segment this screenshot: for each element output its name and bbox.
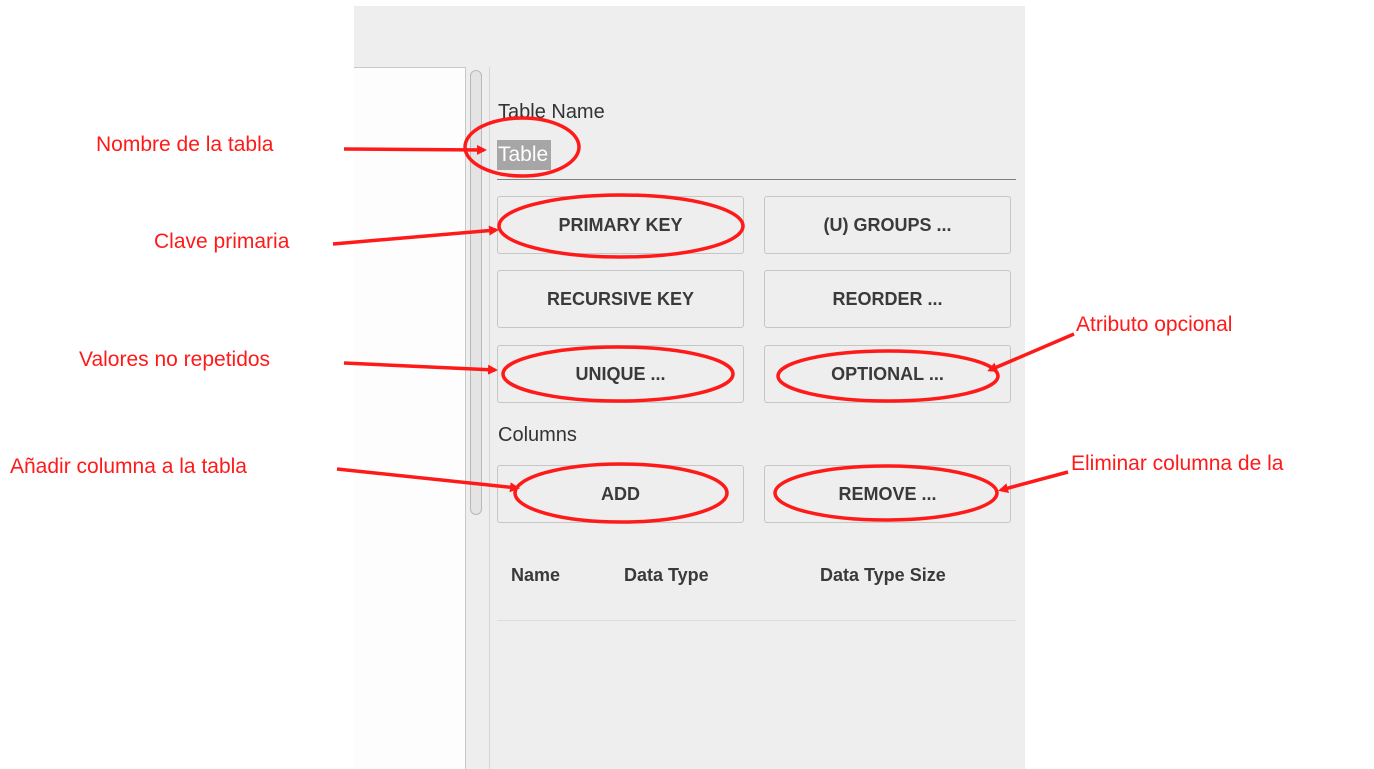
table-name-value: Table bbox=[497, 140, 552, 170]
annotation-optional: Atributo opcional bbox=[1076, 313, 1233, 336]
panel-divider bbox=[489, 67, 490, 769]
annotation-add: Añadir columna a la tabla bbox=[10, 455, 247, 478]
groups-button[interactable]: (U) GROUPS ... bbox=[764, 196, 1011, 254]
unique-button[interactable]: UNIQUE ... bbox=[497, 345, 744, 403]
annotation-unique: Valores no repetidos bbox=[79, 348, 271, 371]
reorder-button[interactable]: REORDER ... bbox=[764, 270, 1011, 328]
table-name-label: Table Name bbox=[498, 101, 605, 123]
annotation-table-name: Nombre de la tabla bbox=[96, 133, 274, 156]
table-name-field[interactable]: Table bbox=[497, 136, 1016, 180]
add-column-button[interactable]: ADD bbox=[497, 465, 744, 523]
annotation-remove: Eliminar columna de la bbox=[1071, 452, 1284, 475]
column-header-data-type-size: Data Type Size bbox=[820, 565, 946, 585]
columns-divider bbox=[497, 620, 1016, 621]
optional-button[interactable]: OPTIONAL ... bbox=[764, 345, 1011, 403]
diagram-canvas[interactable] bbox=[354, 67, 466, 769]
remove-column-button[interactable]: REMOVE ... bbox=[764, 465, 1011, 523]
annotation-primary-key: Clave primaria bbox=[154, 230, 290, 253]
vertical-scrollbar[interactable] bbox=[470, 70, 482, 515]
recursive-key-button[interactable]: RECURSIVE KEY bbox=[497, 270, 744, 328]
columns-label: Columns bbox=[498, 424, 577, 446]
column-header-name: Name bbox=[511, 565, 561, 585]
column-header-data-type: Data Type bbox=[624, 565, 709, 585]
primary-key-button[interactable]: PRIMARY KEY bbox=[497, 196, 744, 254]
